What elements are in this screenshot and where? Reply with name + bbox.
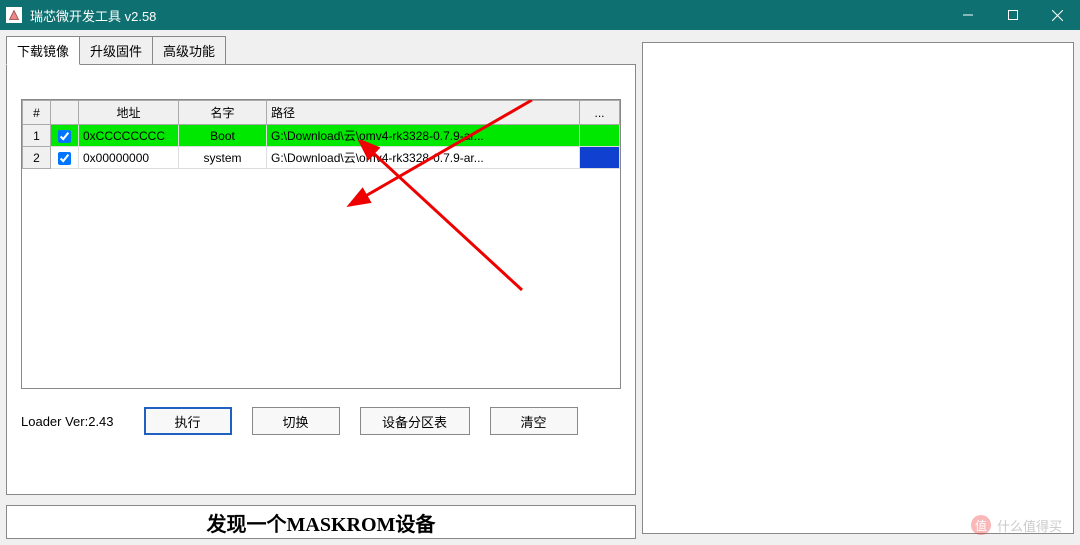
- loader-version-label: Loader Ver:2.43: [21, 414, 114, 429]
- col-header-more[interactable]: ...: [580, 101, 620, 125]
- row-checkbox[interactable]: [58, 152, 71, 165]
- app-icon: [6, 7, 22, 23]
- maximize-button[interactable]: [990, 0, 1035, 30]
- row-name[interactable]: Boot: [179, 125, 267, 147]
- tab-download-image[interactable]: 下载镜像: [6, 36, 80, 65]
- watermark-text: 什么值得买: [997, 516, 1062, 535]
- window-title: 瑞芯微开发工具 v2.58: [30, 6, 945, 25]
- log-panel[interactable]: [642, 42, 1074, 534]
- watermark-icon: 值: [971, 515, 991, 535]
- row-address[interactable]: 0x00000000: [79, 147, 179, 169]
- col-header-name[interactable]: 名字: [179, 101, 267, 125]
- clear-button[interactable]: 清空: [490, 407, 578, 435]
- switch-button[interactable]: 切换: [252, 407, 340, 435]
- watermark: 值 什么值得买: [971, 515, 1062, 535]
- row-address[interactable]: 0xCCCCCCCC: [79, 125, 179, 147]
- row-number: 2: [23, 147, 51, 169]
- partition-table-button[interactable]: 设备分区表: [360, 407, 470, 435]
- row-path[interactable]: G:\Download\云\omv4-rk3328-0.7.9-ar...: [267, 125, 580, 147]
- titlebar: 瑞芯微开发工具 v2.58: [0, 0, 1080, 30]
- status-message: 发现一个MASKROM设备: [207, 508, 436, 537]
- col-header-num[interactable]: #: [23, 101, 51, 125]
- row-browse[interactable]: [580, 147, 620, 169]
- tab-panel: # 地址 名字 路径 ... 1 0xCCCCCCCC: [6, 64, 636, 495]
- row-number: 1: [23, 125, 51, 147]
- row-checkbox[interactable]: [58, 130, 71, 143]
- minimize-button[interactable]: [945, 0, 990, 30]
- tab-upgrade-firmware[interactable]: 升级固件: [79, 36, 153, 64]
- col-header-address[interactable]: 地址: [79, 101, 179, 125]
- tab-advanced[interactable]: 高级功能: [152, 36, 226, 64]
- row-browse[interactable]: [580, 125, 620, 147]
- table-row[interactable]: 1 0xCCCCCCCC Boot G:\Download\云\omv4-rk3…: [23, 125, 620, 147]
- status-bar: 发现一个MASKROM设备: [6, 505, 636, 539]
- row-name[interactable]: system: [179, 147, 267, 169]
- execute-button[interactable]: 执行: [144, 407, 232, 435]
- partition-table[interactable]: # 地址 名字 路径 ... 1 0xCCCCCCCC: [21, 99, 621, 389]
- close-button[interactable]: [1035, 0, 1080, 30]
- table-row[interactable]: 2 0x00000000 system G:\Download\云\omv4-r…: [23, 147, 620, 169]
- tab-bar: 下载镜像 升级固件 高级功能: [6, 36, 636, 64]
- row-path[interactable]: G:\Download\云\omv4-rk3328-0.7.9-ar...: [267, 147, 580, 169]
- col-header-path[interactable]: 路径: [267, 101, 580, 125]
- col-header-checkbox[interactable]: [51, 101, 79, 125]
